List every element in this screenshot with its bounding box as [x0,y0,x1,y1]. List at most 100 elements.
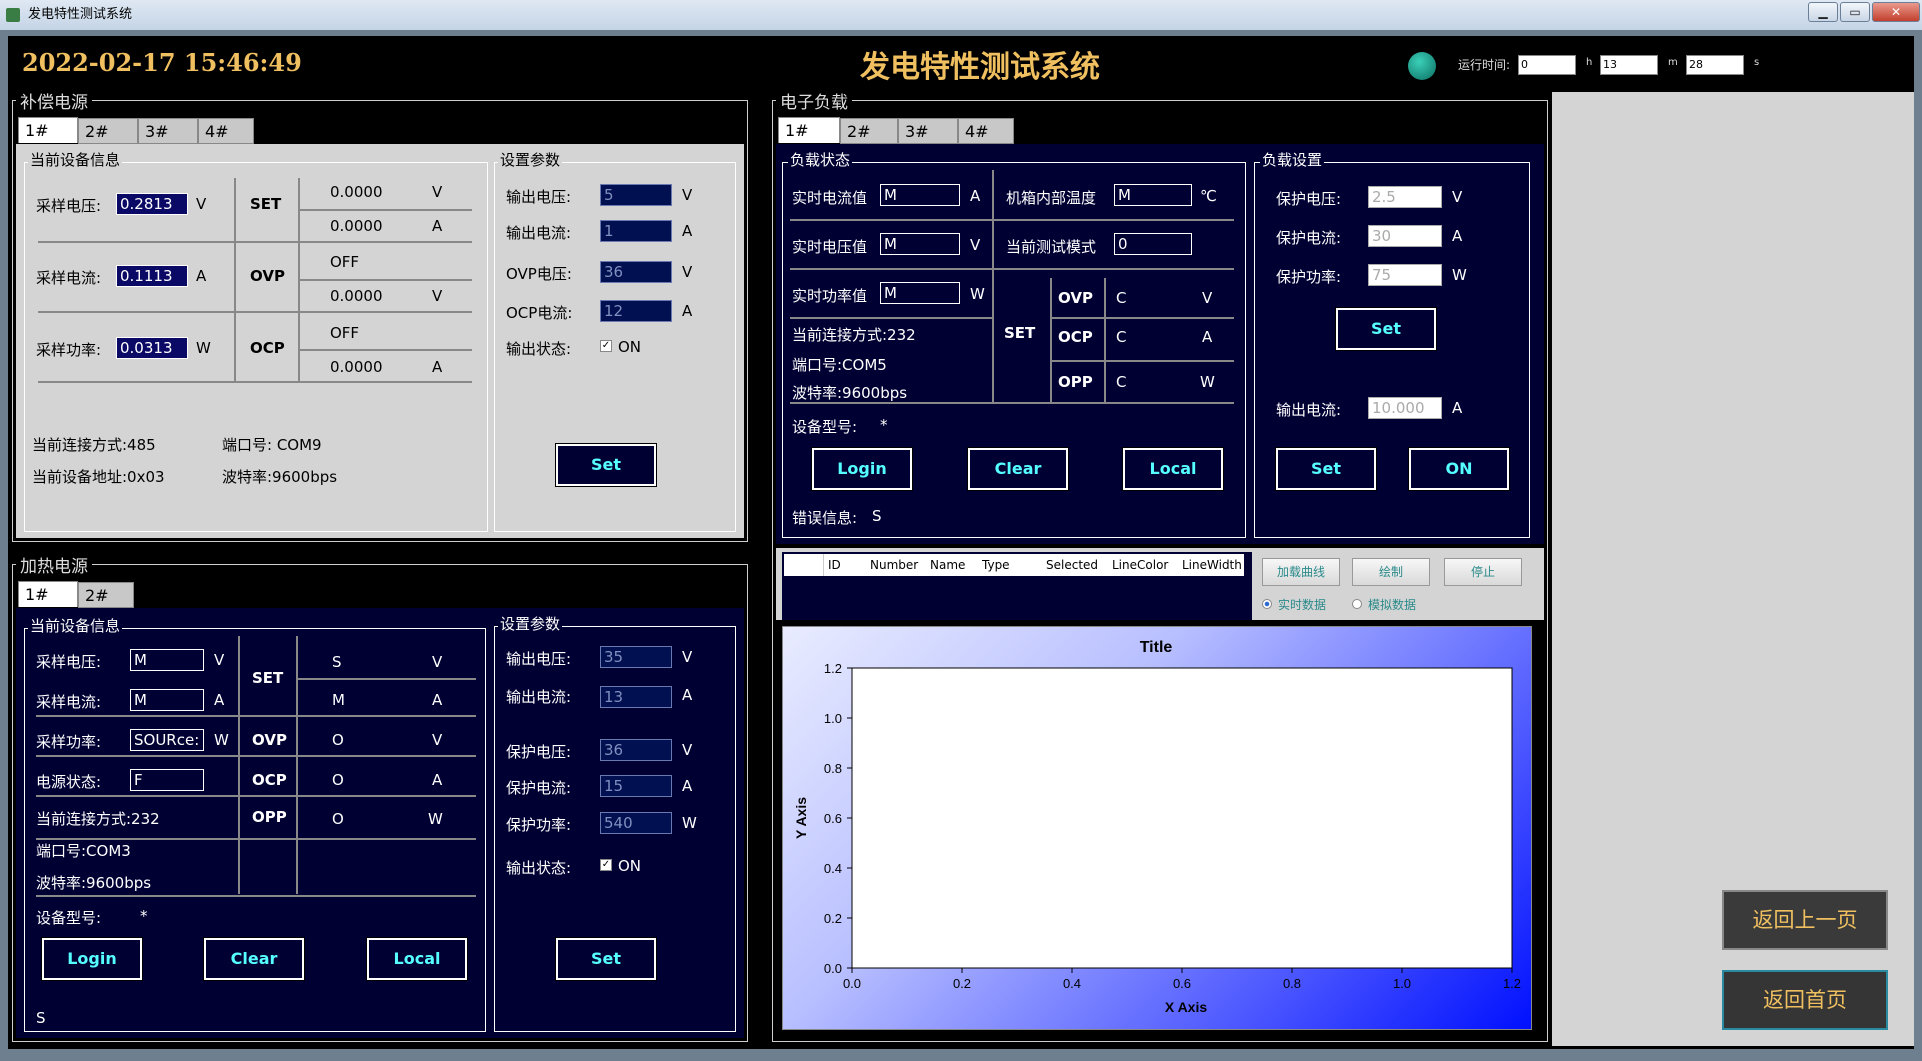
comp-set-v-unit: V [432,183,443,201]
home-button[interactable]: 返回首页 [1722,970,1888,1030]
heat-i-value[interactable]: M [130,689,204,711]
col-linecolor[interactable]: LineColor [1112,554,1182,576]
heat-state-value[interactable]: F [130,769,204,791]
app-icon [6,8,20,22]
heat-v-value[interactable]: M [130,649,204,671]
heat-set-v-unit: V [432,653,443,671]
back-button[interactable]: 返回上一页 [1722,890,1888,950]
eload-cur-value[interactable]: M [880,184,960,206]
col-name[interactable]: Name [930,554,982,576]
heat-out-v-input[interactable]: 35 [600,646,672,668]
runtime-hours[interactable]: 0 [1518,55,1576,75]
heat-login-button[interactable]: Login [41,937,143,981]
chart-xlabel: X Axis [1165,999,1207,1015]
comp-out-v-label: 输出电压: [506,188,572,206]
comp-p-value[interactable]: 0.0313 [116,337,188,359]
x-tick-label: 1.2 [1503,976,1521,991]
comp-tab-4[interactable]: 4# [198,118,254,144]
comp-i-value[interactable]: 0.1113 [116,265,188,287]
eload-local-button[interactable]: Local [1122,447,1224,491]
eload-mode-value[interactable]: 0 [1114,233,1192,255]
eload-clear-button[interactable]: Clear [967,447,1069,491]
eload-vol-value[interactable]: M [880,233,960,255]
eload-tab-2[interactable]: 2# [840,118,898,144]
col-number[interactable]: Number [870,554,930,576]
heat-tab-1[interactable]: 1# [18,581,78,607]
comp-tab-3[interactable]: 3# [138,118,198,144]
comp-ovp-input[interactable]: 36 [600,261,672,283]
y-tick-label: 1.2 [824,661,842,676]
eload-ovp-label: OVP [1058,289,1093,307]
y-tick-label: 0.8 [824,761,842,776]
minimize-button[interactable]: ▁ [1808,2,1838,22]
close-button[interactable]: ✕ [1872,2,1920,22]
heat-set-button[interactable]: Set [555,937,657,981]
eload-set-button[interactable]: Set [1335,307,1437,351]
heat-opp-unit: W [428,810,443,828]
heat-state-label: 电源状态: [36,773,102,791]
comp-tab-1[interactable]: 1# [18,117,78,143]
eload-error: S [872,507,882,525]
eload-pp-input[interactable]: 75 [1368,264,1442,286]
heat-p-value[interactable]: SOURce: [130,729,204,751]
eload-login-button[interactable]: Login [811,447,913,491]
y-tick-label: 1.0 [824,711,842,726]
eload-pv-input[interactable]: 2.5 [1368,186,1442,208]
comp-v-label: 采样电压: [36,197,102,215]
comp-ovp-state: OFF [330,253,360,271]
heat-tab-2[interactable]: 2# [78,582,134,608]
y-tick-label: 0.4 [824,861,842,876]
heat-ovp: O [332,731,344,749]
heat-out-i-input[interactable]: 13 [600,686,672,708]
comp-ocp-unit: A [432,358,443,376]
comp-tab-2[interactable]: 2# [78,118,138,144]
heat-out-state-checkbox[interactable]: ✓ [600,859,612,871]
heat-pi-input[interactable]: 15 [600,775,672,797]
eload-tab-3[interactable]: 3# [898,118,958,144]
heat-clear-button[interactable]: Clear [203,937,305,981]
eload-temp-unit: ℃ [1200,187,1217,205]
heat-v-label: 采样电压: [36,653,102,671]
eload-out-i-input[interactable]: 10.000 [1368,397,1442,419]
comp-ocp-input[interactable]: 12 [600,300,672,322]
radio-sim[interactable] [1352,599,1362,609]
eload-mode-label: 当前测试模式 [1006,238,1097,256]
eload-temp-value[interactable]: M [1114,184,1192,206]
comp-out-state-checkbox[interactable]: ✓ [600,340,612,352]
load-curve-button[interactable]: 加载曲线 [1262,558,1340,586]
eload-tab-4[interactable]: 4# [958,118,1014,144]
minutes-unit: m [1668,57,1678,68]
eload-pi-unit: A [1452,227,1463,245]
runtime-minutes[interactable]: 13 [1600,55,1658,75]
eload-pi-input[interactable]: 30 [1368,225,1442,247]
radio-real[interactable] [1262,599,1272,609]
comp-v-value[interactable]: 0.2813 [116,193,188,215]
heat-power-title: 加热电源 [16,552,92,577]
divider [36,755,476,757]
eload-ocp-label: OCP [1058,328,1093,346]
eload-pv-label: 保护电压: [1276,190,1342,208]
eload-tab-1[interactable]: 1# [778,117,840,143]
col-linewidth[interactable]: LineWidth [1182,554,1242,576]
col-selected[interactable]: Selected [1046,554,1112,576]
eload-set2-button[interactable]: Set [1275,447,1377,491]
maximize-button[interactable]: ▭ [1840,2,1870,22]
comp-out-v-input[interactable]: 5 [600,184,672,206]
eload-on-button[interactable]: ON [1408,447,1510,491]
comp-out-i-input[interactable]: 1 [600,220,672,242]
eload-temp-label: 机箱内部温度 [1006,189,1097,207]
heat-set-a: M [332,691,345,709]
comp-set-button[interactable]: Set [555,443,657,487]
heat-local-button[interactable]: Local [366,937,468,981]
eload-status-title: 负载状态 [788,151,853,169]
eload-pow-value[interactable]: M [880,282,960,304]
col-type[interactable]: Type [982,554,1046,576]
heat-pp-input[interactable]: 540 [600,812,672,834]
heat-pv-input[interactable]: 36 [600,739,672,761]
comp-ovp-set-unit: V [682,263,693,281]
stop-button[interactable]: 停止 [1444,558,1522,586]
col-id[interactable]: ID [824,554,870,576]
draw-button[interactable]: 绘制 [1352,558,1430,586]
radio-sim-label: 模拟数据 [1368,598,1417,612]
runtime-seconds[interactable]: 28 [1686,55,1744,75]
